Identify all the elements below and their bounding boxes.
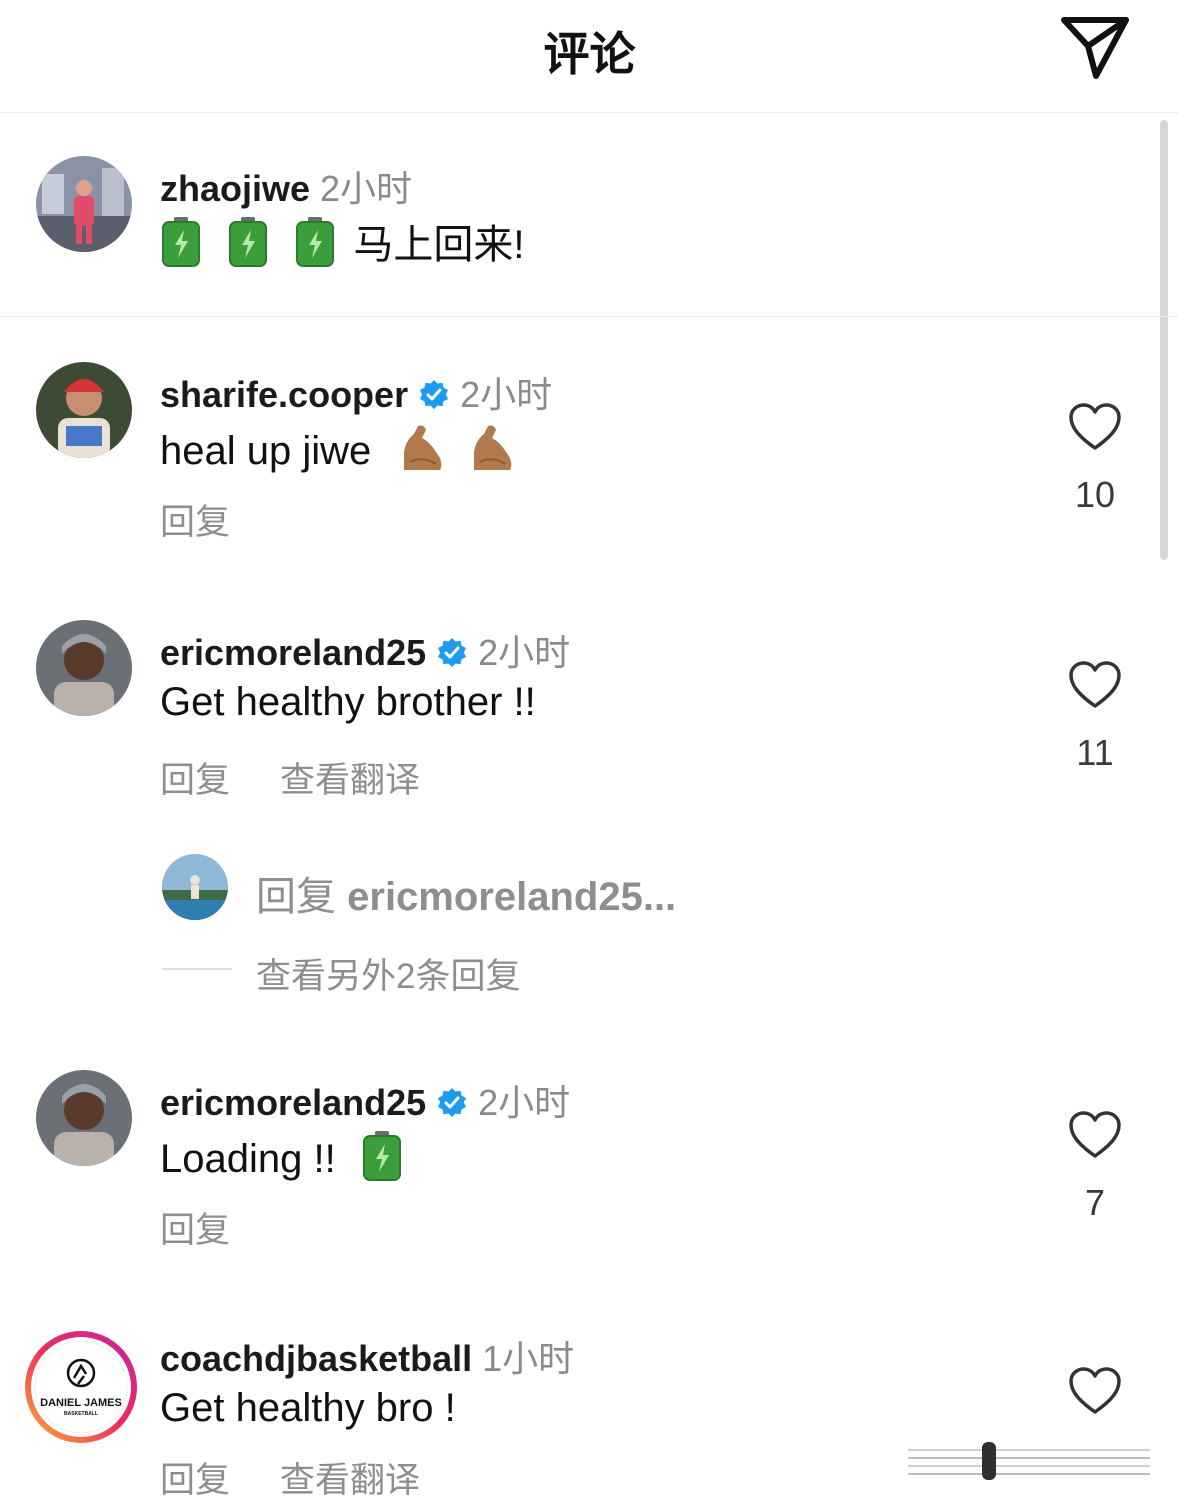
- verified-badge-icon: [438, 1088, 467, 1117]
- comment-item: ericmoreland25 2小时 Loading !! 回复 7: [0, 1070, 1179, 1260]
- view-more-replies-label: 查看另外2条回复: [256, 957, 521, 996]
- avatar-brand-subtext: BASKETBALL: [64, 1411, 98, 1417]
- comment-meta: ericmoreland25 2小时: [160, 1074, 570, 1126]
- heart-icon[interactable]: [1068, 402, 1122, 452]
- send-icon[interactable]: [1058, 12, 1132, 82]
- reply-button[interactable]: 回复: [160, 1461, 230, 1500]
- battery-emoji-icon: [296, 217, 335, 267]
- username[interactable]: sharife.cooper: [160, 374, 408, 415]
- comment-meta: sharife.cooper 2小时: [160, 366, 552, 418]
- divider: [0, 316, 1179, 317]
- comment-body: Get healthy bro !: [160, 1386, 456, 1430]
- avatar[interactable]: DANIEL JAMES BASKETBALL: [22, 1328, 140, 1446]
- translate-button[interactable]: 查看翻译: [280, 761, 420, 800]
- battery-emoji-icon: [229, 217, 268, 267]
- translate-button[interactable]: 查看翻译: [280, 1461, 420, 1500]
- avatar[interactable]: [36, 620, 132, 716]
- heart-icon[interactable]: [1068, 660, 1122, 710]
- reply-prefix: 回复: [256, 875, 336, 919]
- comment-text: heal up jiwe: [160, 422, 518, 474]
- reply-avatar[interactable]: [162, 854, 228, 920]
- comment-item: sharife.cooper 2小时 heal up jiwe 回复 10: [0, 362, 1179, 552]
- username[interactable]: zhaojiwe: [160, 168, 310, 209]
- username[interactable]: coachdjbasketball: [160, 1338, 472, 1379]
- view-more-replies[interactable]: 查看另外2条回复: [162, 948, 762, 996]
- reply-button[interactable]: 回复: [160, 503, 230, 542]
- comment-actions: 回复: [160, 494, 230, 545]
- comment-body: heal up jiwe: [160, 429, 372, 473]
- timestamp: 1小时: [482, 1338, 575, 1379]
- timestamp: 2小时: [320, 168, 413, 209]
- username[interactable]: ericmoreland25: [160, 1082, 426, 1123]
- comment-text: Get healthy brother !!: [160, 680, 536, 725]
- comment-text: Get healthy bro !: [160, 1386, 456, 1431]
- username[interactable]: ericmoreland25: [160, 632, 426, 673]
- thread-line: [162, 968, 232, 970]
- timestamp: 2小时: [478, 632, 571, 673]
- like-count: 11: [1076, 732, 1114, 773]
- comment-body: Get healthy brother !!: [160, 680, 536, 724]
- reply-username: ericmoreland25...: [347, 875, 677, 919]
- avatar[interactable]: [36, 156, 132, 252]
- comment-meta: ericmoreland25 2小时: [160, 624, 570, 676]
- comment-body: Loading !!: [160, 1137, 336, 1181]
- avatar[interactable]: [36, 362, 132, 458]
- battery-emoji-icon: [362, 1131, 401, 1181]
- comment-meta: zhaojiwe 2小时: [160, 160, 412, 212]
- comment-item: ericmoreland25 2小时 Get healthy brother !!…: [0, 620, 1179, 810]
- comment-text: Loading !!: [160, 1130, 403, 1182]
- comment-text: 马上回来!: [160, 212, 525, 270]
- comment-actions: 回复 查看翻译: [160, 1452, 420, 1503]
- reply-button[interactable]: 回复: [160, 761, 230, 800]
- verified-badge-icon: [420, 380, 449, 409]
- flexed-biceps-emoji-icon: [404, 425, 442, 470]
- watermark-lines: [908, 1442, 1150, 1480]
- comment-meta: coachdjbasketball 1小时: [160, 1330, 574, 1382]
- comments-header: 评论: [0, 0, 1179, 113]
- comment-item: zhaojiwe 2小时 马上回来!: [0, 156, 1179, 316]
- like-count: 10: [1074, 474, 1116, 515]
- heart-icon[interactable]: [1068, 1110, 1122, 1160]
- avatar[interactable]: [36, 1070, 132, 1166]
- timestamp: 2小时: [460, 374, 553, 415]
- page-title: 评论: [543, 28, 636, 80]
- avatar-brand-text: DANIEL JAMES: [40, 1397, 122, 1409]
- reply-preview[interactable]: 回复 ericmoreland25...: [162, 854, 922, 924]
- reply-button[interactable]: 回复: [160, 1211, 230, 1250]
- timestamp: 2小时: [478, 1082, 571, 1123]
- heart-icon[interactable]: [1068, 1366, 1122, 1416]
- verified-badge-icon: [438, 638, 467, 667]
- reply-preview-text: 回复 ericmoreland25...: [256, 864, 676, 922]
- like-count: 7: [1084, 1182, 1106, 1223]
- battery-emoji-icon: [162, 217, 200, 267]
- comment-actions: 回复 查看翻译: [160, 752, 420, 803]
- flexed-biceps-emoji-icon: [473, 425, 511, 470]
- comment-body: 马上回来!: [353, 223, 525, 267]
- comment-actions: 回复: [160, 1202, 230, 1253]
